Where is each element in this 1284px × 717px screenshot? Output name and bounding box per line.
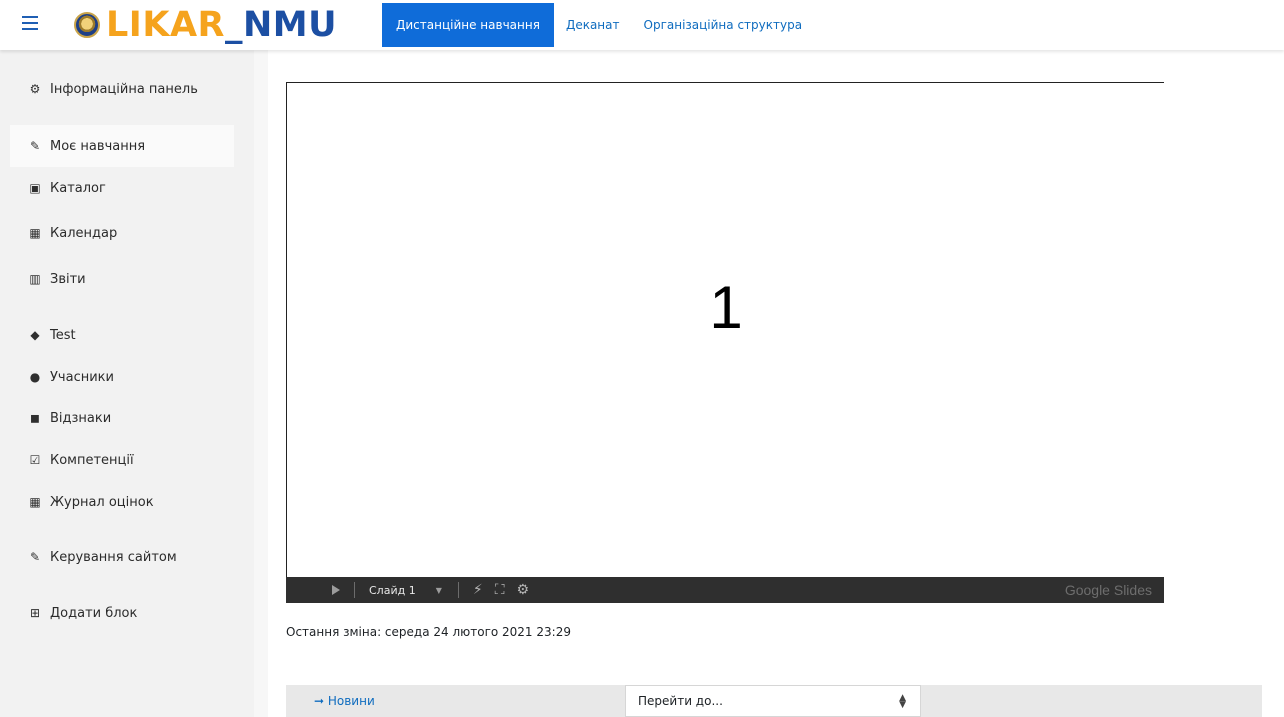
slide-content-number: 1 xyxy=(709,274,743,341)
dashboard-icon: ⚙ xyxy=(29,82,41,96)
graduation-cap-icon: ◆ xyxy=(30,328,40,342)
activity-navigation: ➞ Новини Перейти до... ▲ ▼ xyxy=(286,685,1262,717)
sidebar-item-site-admin[interactable]: ✎ Керування сайтом xyxy=(10,536,234,578)
google-slides-brand[interactable]: Google Slides xyxy=(1065,582,1152,598)
hamburger-menu-icon[interactable] xyxy=(22,16,38,30)
sidebar-item-calendar[interactable]: ▦ Календар xyxy=(10,212,234,254)
jump-to-select[interactable]: Перейти до... ▲ ▼ xyxy=(625,685,921,717)
table-icon: ▦ xyxy=(29,495,41,509)
nav-org-structure[interactable]: Організаційна структура xyxy=(632,3,815,47)
laser-pointer-icon[interactable]: ⚡ xyxy=(473,582,483,598)
sidebar-item-competencies[interactable]: ☑ Компетенції xyxy=(10,439,234,481)
sidebar-item-dashboard[interactable]: ⚙ Інформаційна панель xyxy=(10,68,234,110)
nav-deanery[interactable]: Деканат xyxy=(554,3,632,47)
select-caret-icon: ▲ ▼ xyxy=(899,693,906,710)
catalog-icon: ▣ xyxy=(29,181,41,195)
toolbar-divider xyxy=(457,582,459,598)
sidebar-item-label: Інформаційна панель xyxy=(50,81,198,97)
calendar-icon: ▦ xyxy=(29,226,41,240)
logo-text: LIKAR_NMU xyxy=(106,5,338,45)
sidebar-item-label: Учасники xyxy=(50,369,114,385)
sidebar: ⚙ Інформаційна панель ✎ Моє навчання ▣ К… xyxy=(0,50,268,717)
google-slides-embed[interactable]: 1 xyxy=(286,82,1164,603)
jump-to-value: Перейти до... xyxy=(638,694,723,708)
top-navbar: LIKAR_NMU Дистанційне навчання Деканат О… xyxy=(0,0,1284,50)
gear-icon[interactable]: ⚙ xyxy=(517,582,530,598)
sidebar-item-catalog[interactable]: ▣ Каталог xyxy=(10,167,234,209)
slides-toolbar: Слайд 1 ▼ ⚡ ⛶ ⚙ Google Slides xyxy=(286,577,1164,603)
sidebar-item-participants[interactable]: ● Учасники xyxy=(10,356,234,398)
shield-icon: ◼ xyxy=(30,411,40,425)
users-icon: ● xyxy=(29,370,41,384)
fullscreen-icon[interactable]: ⛶ xyxy=(495,582,505,598)
sidebar-item-my-courses[interactable]: ✎ Моє навчання xyxy=(10,125,234,167)
university-seal-icon xyxy=(74,12,100,38)
primary-nav: Дистанційне навчання Деканат Організацій… xyxy=(382,3,814,47)
last-modified-text: Остання зміна: середа 24 лютого 2021 23:… xyxy=(286,625,571,639)
sidebar-item-label: Звіти xyxy=(50,271,86,287)
toolbar-divider xyxy=(354,582,355,598)
sidebar-item-label: Керування сайтом xyxy=(50,549,177,565)
sidebar-gutter xyxy=(254,50,268,717)
sidebar-item-label: Журнал оцінок xyxy=(50,494,154,510)
sidebar-item-label: Додати блок xyxy=(50,605,138,621)
chevron-down-icon[interactable]: ▼ xyxy=(436,586,442,595)
nav-distance-learning[interactable]: Дистанційне навчання xyxy=(382,3,554,47)
my-courses-icon: ✎ xyxy=(29,139,41,153)
previous-activity-link[interactable]: ➞ Новини xyxy=(314,685,375,717)
reports-icon: ▥ xyxy=(29,272,41,286)
slide-selector[interactable]: Слайд 1 xyxy=(369,584,416,597)
sidebar-item-label: Test xyxy=(50,327,76,343)
plus-square-icon: ⊞ xyxy=(29,606,41,620)
sidebar-item-reports[interactable]: ▥ Звіти xyxy=(10,258,234,300)
checkbox-icon: ☑ xyxy=(29,453,41,467)
sidebar-item-badges[interactable]: ◼ Відзнаки xyxy=(10,397,234,439)
sidebar-item-add-block[interactable]: ⊞ Додати блок xyxy=(10,592,234,634)
site-logo[interactable]: LIKAR_NMU xyxy=(74,5,337,45)
play-icon[interactable] xyxy=(332,585,340,595)
sidebar-item-label: Каталог xyxy=(50,180,106,196)
wrench-icon: ✎ xyxy=(29,550,41,564)
sidebar-item-label: Календар xyxy=(50,225,118,241)
sidebar-item-grades[interactable]: ▦ Журнал оцінок xyxy=(10,481,234,523)
sidebar-item-label: Моє навчання xyxy=(50,138,146,154)
sidebar-item-label: Відзнаки xyxy=(50,410,112,426)
sidebar-item-label: Компетенції xyxy=(50,452,134,468)
sidebar-item-test[interactable]: ◆ Test xyxy=(10,314,234,356)
